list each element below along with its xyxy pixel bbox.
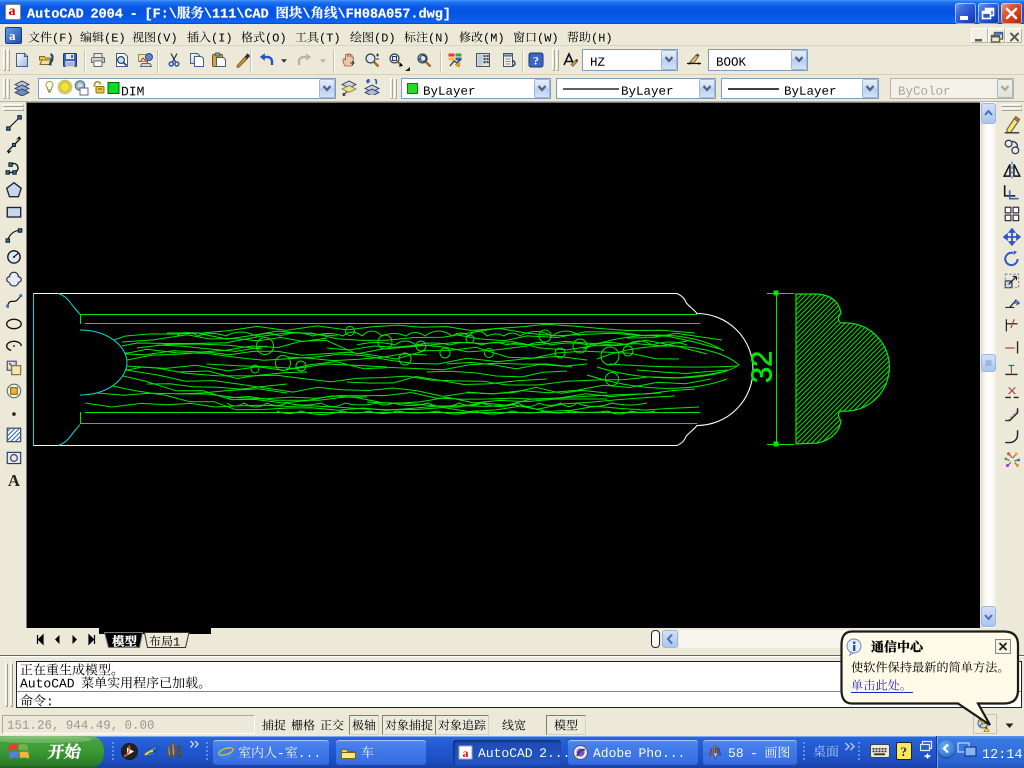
svg-text:A: A (7, 471, 19, 489)
svg-text:?: ? (533, 54, 539, 68)
svg-text:a: a (463, 746, 469, 760)
